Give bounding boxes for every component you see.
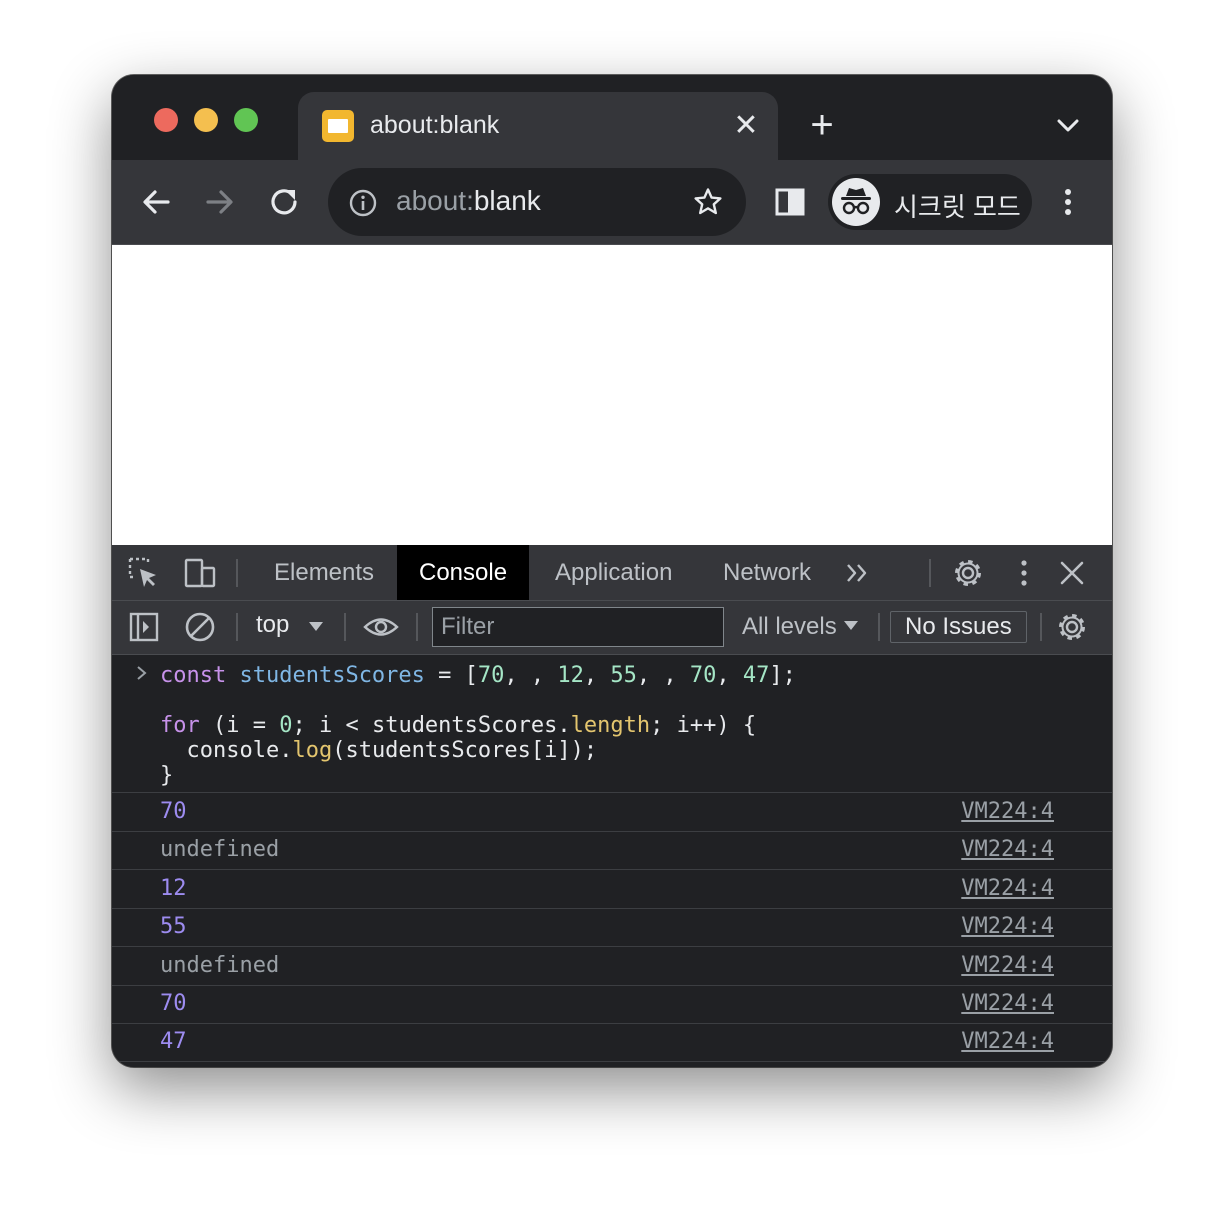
toolbar-separator <box>878 613 880 641</box>
console-input-entry[interactable]: const studentsScores = [70, , 12, 55, , … <box>112 655 1112 793</box>
issues-button[interactable]: No Issues <box>890 611 1027 643</box>
tab-search-chevron-icon[interactable] <box>1052 109 1084 141</box>
close-window-button[interactable] <box>154 108 178 132</box>
tab-strip: about:blank ✕ + <box>112 75 1112 160</box>
log-source-link[interactable]: VM224:4 <box>961 799 1054 824</box>
prompt-chevron-icon <box>134 665 150 681</box>
log-source-link[interactable]: VM224:4 <box>961 876 1054 901</box>
incognito-profile-button[interactable]: 시크릿 모드 <box>828 174 1032 230</box>
side-panel-icon[interactable] <box>770 182 810 222</box>
console-log-row: undefined VM224:4 <box>112 947 1112 986</box>
devtools-close-icon[interactable] <box>1054 555 1090 591</box>
console-log-row: 12 VM224:4 <box>112 870 1112 909</box>
page-content <box>112 245 1112 545</box>
log-source-link[interactable]: VM224:4 <box>961 991 1054 1016</box>
device-toolbar-icon[interactable] <box>182 555 218 591</box>
more-tabs-chevron-icon[interactable] <box>842 557 874 589</box>
devtools-settings-gear-icon[interactable] <box>950 555 986 591</box>
console-log-row: 70 VM224:4 <box>112 985 1112 1024</box>
incognito-label: 시크릿 모드 <box>894 192 1021 222</box>
site-info-icon[interactable] <box>348 188 378 218</box>
tab-network[interactable]: Network <box>701 545 833 600</box>
new-tab-button[interactable]: + <box>802 105 842 147</box>
levels-dropdown-icon[interactable] <box>842 617 860 635</box>
context-selector[interactable]: top <box>256 611 289 639</box>
console-sidebar-icon[interactable] <box>126 609 162 645</box>
log-source-link[interactable]: VM224:4 <box>961 1029 1054 1054</box>
browser-toolbar: about:blank 시크릿 모드 <box>112 160 1112 245</box>
log-value: 70 <box>160 991 187 1016</box>
log-value: 55 <box>160 914 187 940</box>
toolbar-separator <box>416 613 418 641</box>
toolbar-separator <box>344 613 346 641</box>
tab-console[interactable]: Console <box>397 545 530 600</box>
console-log-row: 70 VM224:4 <box>112 793 1112 832</box>
log-source-link[interactable]: VM224:4 <box>961 953 1054 978</box>
address-scheme: about: <box>396 185 474 216</box>
devtools-tab-bar: Elements Console Application Network <box>112 545 1112 601</box>
filter-field[interactable] <box>432 607 724 647</box>
devtools-menu-icon[interactable] <box>1006 555 1042 591</box>
log-source-link[interactable]: VM224:4 <box>961 914 1054 939</box>
tab-bar-separator <box>929 559 931 587</box>
log-value: 47 <box>160 1029 187 1055</box>
toolbar-separator <box>236 613 238 641</box>
address-bar[interactable]: about:blank <box>328 168 746 236</box>
console-settings-gear-icon[interactable] <box>1054 609 1090 645</box>
zoom-window-button[interactable] <box>234 108 258 132</box>
console-toolbar: top All levels No Issues <box>112 601 1112 655</box>
console-log-row: undefined VM224:4 <box>112 831 1112 871</box>
console-output: const studentsScores = [70, , 12, 55, , … <box>112 655 1112 1067</box>
filter-input[interactable] <box>433 608 723 646</box>
clear-console-icon[interactable] <box>182 609 218 645</box>
page-favicon-icon <box>322 110 354 142</box>
tab-bar-separator <box>236 559 238 587</box>
console-log-row: 55 VM224:4 <box>112 908 1112 948</box>
live-expression-eye-icon[interactable] <box>362 609 400 645</box>
tab-close-button[interactable]: ✕ <box>730 110 762 142</box>
tab-elements[interactable]: Elements <box>252 545 396 600</box>
log-value: 12 <box>160 875 187 901</box>
tab-title: about:blank <box>370 111 500 139</box>
tab-application[interactable]: Application <box>533 545 694 600</box>
toolbar-separator <box>1040 613 1042 641</box>
console-code: const studentsScores = [70, , 12, 55, , … <box>160 663 796 788</box>
browser-window: about:blank ✕ + about:blank 시크릿 모드 Eleme… <box>112 75 1112 1067</box>
log-source-link[interactable]: VM224:4 <box>961 837 1054 862</box>
log-value: undefined <box>160 952 280 978</box>
log-value: undefined <box>160 837 280 863</box>
devtools-panel: Elements Console Application Network top… <box>112 545 1112 1067</box>
log-value: 70 <box>160 799 187 824</box>
incognito-icon <box>832 178 880 226</box>
address-text[interactable]: about:blank <box>396 185 541 217</box>
bookmark-star-icon[interactable] <box>692 186 724 218</box>
browser-menu-icon[interactable] <box>1048 182 1088 222</box>
address-host: blank <box>473 185 541 216</box>
browser-tab[interactable]: about:blank ✕ <box>298 92 778 160</box>
console-log-row: 47 VM224:4 <box>112 1023 1112 1063</box>
issues-label: No Issues <box>905 613 1012 640</box>
inspect-element-icon[interactable] <box>126 555 162 591</box>
reload-icon[interactable] <box>264 182 304 222</box>
minimize-window-button[interactable] <box>194 108 218 132</box>
log-levels-dropdown[interactable]: All levels <box>742 613 837 641</box>
back-arrow-icon[interactable] <box>136 182 176 222</box>
log-levels-label: All levels <box>742 613 837 640</box>
context-value: top <box>256 611 290 638</box>
forward-arrow-icon[interactable] <box>200 182 240 222</box>
context-dropdown-icon[interactable] <box>306 617 326 637</box>
